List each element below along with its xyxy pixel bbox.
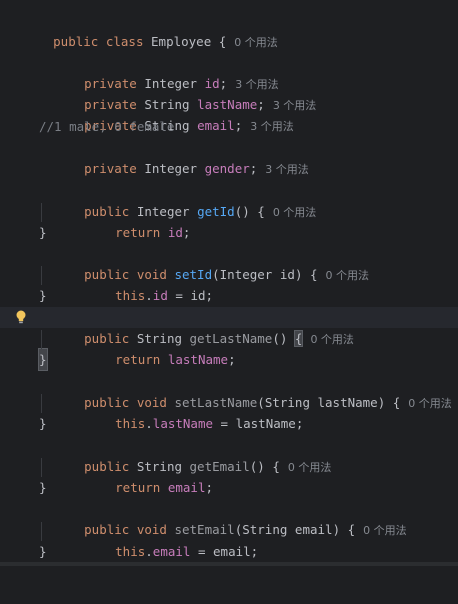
matched-brace: } xyxy=(38,348,48,371)
code-line[interactable]: return lastName; xyxy=(0,328,458,367)
code-line[interactable]: } xyxy=(0,477,458,498)
code-line[interactable]: } xyxy=(0,222,458,243)
comment: //1 male, 0 female xyxy=(39,119,175,134)
closing-brace: } xyxy=(39,416,47,431)
brace: { xyxy=(218,34,227,49)
usages-hint[interactable]: 0 个用法 xyxy=(234,36,278,49)
code-line[interactable]: this.id = id; xyxy=(0,264,458,303)
code-line[interactable]: public String getEmail() {0 个用法 xyxy=(0,435,458,474)
indent-guide xyxy=(41,266,42,285)
code-line[interactable]: public void setLastName(String lastName)… xyxy=(0,371,458,410)
closing-brace: } xyxy=(39,480,47,495)
closing-brace: } xyxy=(39,225,47,240)
lightbulb-icon[interactable] xyxy=(15,310,27,324)
field-name: gender xyxy=(204,161,250,176)
keyword: private xyxy=(84,161,137,176)
code-line-current[interactable]: public String getLastName() {0 个用法 xyxy=(0,307,458,347)
class-name: Employee xyxy=(151,34,212,49)
code-line[interactable]: } xyxy=(0,348,458,371)
code-editor[interactable]: public class Employee {0 个用法 private Int… xyxy=(0,0,458,566)
code-line[interactable]: //1 male, 0 female xyxy=(0,116,458,137)
closing-brace: } xyxy=(39,544,47,559)
code-line[interactable]: public void setEmail(String email) {0 个用… xyxy=(0,498,458,537)
code-line[interactable]: this.email = email; xyxy=(0,520,458,559)
type-name: Integer xyxy=(144,161,198,176)
keyword: public xyxy=(53,34,99,49)
code-line[interactable]: private String lastName; 3 个用法 xyxy=(0,73,458,112)
code-line[interactable]: } xyxy=(0,285,458,306)
code-line[interactable]: private String email; 3 个用法 xyxy=(0,94,458,133)
code-line[interactable]: public void setId(Integer id) {0 个用法 xyxy=(0,243,458,282)
keyword: class xyxy=(105,34,144,49)
code-line[interactable]: this.lastName = lastName; xyxy=(0,392,458,431)
code-line[interactable]: private Integer id; 3 个用法 xyxy=(0,52,458,91)
code-line[interactable]: } xyxy=(0,413,458,434)
code-line[interactable]: private Integer gender; 3 个用法 xyxy=(0,137,458,176)
indent-guide xyxy=(41,330,42,349)
scroll-edge xyxy=(0,562,458,566)
usages-hint[interactable]: 3 个用法 xyxy=(265,163,309,176)
indent-guide xyxy=(41,522,42,541)
indent-guide xyxy=(41,394,42,413)
semicolon: ; xyxy=(249,161,258,176)
code-line[interactable]: return email; xyxy=(0,456,458,495)
code-line[interactable]: return id; xyxy=(0,201,458,240)
indent-guide xyxy=(41,458,42,477)
code-line[interactable]: public class Employee {0 个用法 xyxy=(0,10,458,49)
closing-brace: } xyxy=(39,288,47,303)
indent-guide xyxy=(41,203,42,222)
code-line[interactable]: public Integer getId() {0 个用法 xyxy=(0,180,458,219)
code-line[interactable]: } xyxy=(0,541,458,562)
